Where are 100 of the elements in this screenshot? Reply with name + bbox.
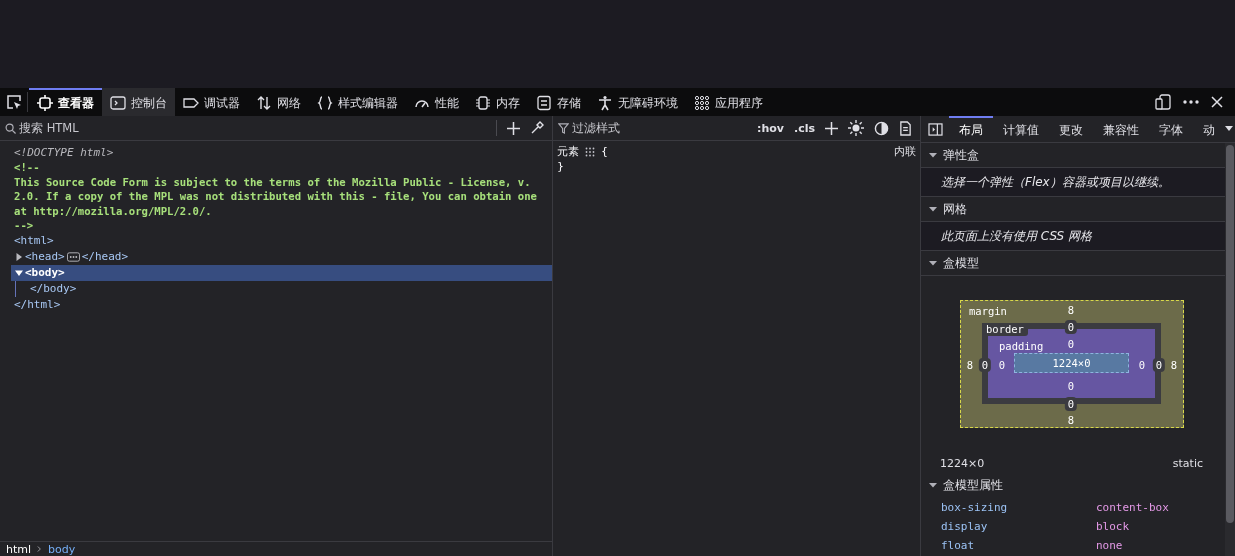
- box-value[interactable]: 0: [1067, 338, 1075, 350]
- add-icon[interactable]: [825, 121, 838, 135]
- section-message: 选择一个弹性（Flex）容器或项目以继续。: [941, 173, 1170, 191]
- tool-tab[interactable]: 网络: [248, 88, 309, 116]
- content-box: 1224×0: [1014, 353, 1129, 373]
- tool-icon: [536, 95, 552, 111]
- tool-icon: [317, 95, 333, 111]
- property-value: block: [1096, 520, 1130, 533]
- box-value[interactable]: 8: [1170, 359, 1178, 371]
- chevron-icon: [37, 545, 43, 553]
- property-name: float: [941, 539, 976, 552]
- tool-tab[interactable]: 应用程序: [686, 88, 771, 116]
- element-picker-icon[interactable]: [6, 94, 22, 110]
- property-value: content-box: [1096, 501, 1169, 514]
- rule-source[interactable]: 内联: [894, 144, 916, 159]
- close-icon[interactable]: [1211, 96, 1223, 108]
- element-size: 1224×0: [940, 457, 985, 470]
- collapse-arrow-icon[interactable]: [929, 259, 937, 267]
- search-icon: [5, 122, 16, 134]
- tool-tab[interactable]: 内存: [467, 88, 528, 116]
- sidebar-toggle-icon[interactable]: [928, 122, 943, 136]
- tool-tab[interactable]: 性能: [406, 88, 467, 116]
- sun-icon[interactable]: [848, 120, 864, 136]
- brace-text: }: [557, 160, 564, 173]
- property-name: display: [941, 520, 989, 533]
- expand-arrow-icon[interactable]: [15, 268, 23, 277]
- box-value[interactable]: 8: [1067, 414, 1075, 426]
- tool-tab[interactable]: 无障碍环境: [589, 88, 686, 116]
- contrast-icon[interactable]: [874, 120, 889, 136]
- box-value[interactable]: 0: [998, 359, 1006, 371]
- tag-text: </html>: [14, 298, 61, 311]
- section-title: 盒模型: [943, 254, 979, 272]
- tool-icon: [597, 95, 613, 111]
- section-title: 盒模型属性: [943, 476, 1003, 494]
- collapse-arrow-icon[interactable]: [929, 481, 937, 489]
- brace-text: {: [601, 145, 608, 158]
- box-value[interactable]: 0: [1138, 359, 1146, 371]
- collapse-arrow-icon[interactable]: [929, 205, 937, 213]
- box-value[interactable]: 0: [1067, 380, 1075, 392]
- tool-tab[interactable]: 控制台: [102, 88, 175, 116]
- tag-text: <head>: [25, 250, 65, 263]
- filter-icon: [558, 122, 569, 134]
- breadcrumb[interactable]: html: [6, 542, 32, 556]
- class-toggle[interactable]: .cls: [793, 121, 815, 135]
- ellipsis-icon[interactable]: [66, 251, 80, 262]
- tree-row[interactable]: <head> </head>: [11, 248, 552, 265]
- tree-row[interactable]: <body>: [11, 264, 552, 281]
- tag-text: </head>: [81, 250, 129, 263]
- box-value[interactable]: 0: [1064, 320, 1078, 334]
- doctype-text: <!DOCTYPE html>: [14, 145, 114, 159]
- breadcrumb[interactable]: body: [48, 542, 76, 556]
- sidebar-tab[interactable]: 动: [1193, 116, 1225, 142]
- tool-icon: [110, 95, 126, 111]
- tool-icon: [694, 95, 710, 111]
- more-icon[interactable]: [1183, 100, 1199, 104]
- section-header[interactable]: 盒模型属性: [921, 472, 1225, 498]
- tool-tab[interactable]: 样式编辑器: [309, 88, 406, 116]
- dropdown-arrow-icon[interactable]: [1225, 126, 1233, 132]
- box-value[interactable]: 8: [1067, 304, 1075, 316]
- sidebar-tab[interactable]: 计算值: [993, 116, 1049, 142]
- property-value: none: [1096, 539, 1123, 552]
- section-title: 网格: [943, 200, 967, 218]
- search-field[interactable]: 搜索 HTML: [19, 121, 486, 135]
- sidebar-tab[interactable]: 兼容性: [1093, 116, 1149, 142]
- scrollbar[interactable]: [1225, 143, 1235, 556]
- section-title: 弹性盒: [943, 146, 979, 164]
- rule-selector: 元素: [557, 144, 579, 159]
- box-label: padding: [999, 340, 1044, 353]
- section-header[interactable]: 盒模型: [921, 251, 1225, 276]
- sidebar-tab[interactable]: 字体: [1149, 116, 1193, 142]
- position-value: static: [1172, 457, 1203, 470]
- filter-field[interactable]: 过滤样式: [572, 121, 747, 135]
- tag-text: </body>: [30, 282, 77, 295]
- collapse-arrow-icon[interactable]: [929, 151, 937, 159]
- tag-text: <body>: [25, 266, 65, 279]
- document-icon[interactable]: [899, 120, 912, 136]
- add-icon[interactable]: [507, 121, 520, 135]
- hover-toggle[interactable]: :hov: [757, 121, 784, 135]
- box-value[interactable]: 0: [1152, 358, 1166, 372]
- section-message: 此页面上没有使用 CSS 网格: [941, 227, 1093, 245]
- tool-icon: [475, 95, 491, 111]
- box-value[interactable]: 0: [978, 358, 992, 372]
- box-value[interactable]: 8: [966, 359, 974, 371]
- box-value[interactable]: 0: [1064, 397, 1078, 411]
- tool-tab[interactable]: 存储: [528, 88, 589, 116]
- tree-row[interactable]: <html>: [0, 232, 552, 249]
- sidebar-tab[interactable]: 更改: [1049, 116, 1093, 142]
- eyedropper-icon[interactable]: [530, 121, 544, 135]
- tool-icon: [37, 95, 53, 111]
- tool-icon: [256, 95, 272, 111]
- tag-text: <html>: [14, 234, 54, 247]
- tool-icon: [183, 95, 199, 111]
- responsive-design-icon[interactable]: [1155, 94, 1171, 110]
- sidebar-tab[interactable]: 布局: [949, 116, 993, 142]
- box-label: margin: [969, 305, 1007, 318]
- expand-arrow-icon[interactable]: [15, 252, 23, 261]
- box-label: border: [984, 323, 1028, 336]
- scrollbar-thumb[interactable]: [1226, 145, 1234, 523]
- grid-dots-icon[interactable]: [585, 146, 595, 157]
- tool-tab[interactable]: 调试器: [175, 88, 248, 116]
